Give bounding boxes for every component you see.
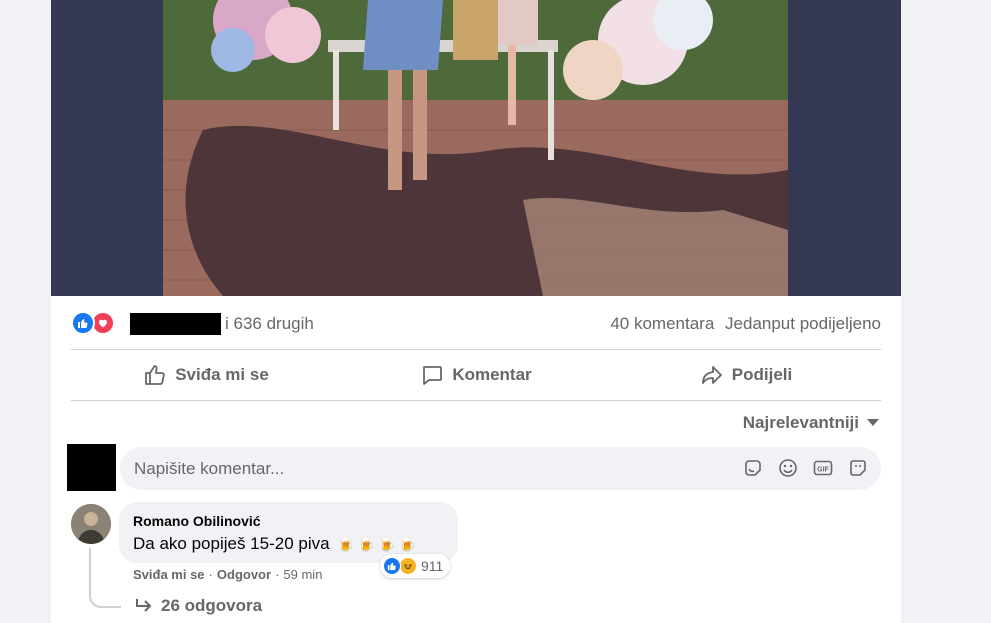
comment-reply-link[interactable]: Odgovor bbox=[217, 567, 271, 582]
comment-author[interactable]: Romano Obilinović bbox=[133, 513, 261, 529]
beer-emoji: 🍺 bbox=[337, 536, 355, 552]
svg-text:GIF: GIF bbox=[817, 467, 829, 474]
view-replies-link[interactable]: 26 odgovora bbox=[135, 596, 262, 616]
comment-box: GIF bbox=[120, 447, 881, 490]
like-icon bbox=[71, 311, 95, 335]
comment-text-row: Da ako popiješ 15-20 piva 🍺 🍺 🍺 🍺 bbox=[133, 534, 416, 554]
comment-reaction-count: 911 bbox=[421, 558, 444, 574]
haha-icon bbox=[399, 557, 417, 575]
share-icon bbox=[701, 366, 722, 384]
avatar-photo bbox=[71, 504, 111, 544]
post-photo-frame bbox=[51, 0, 901, 296]
comment-sort-dropdown[interactable]: Najrelevantniji bbox=[743, 413, 879, 433]
beer-emoji: 🍺 bbox=[398, 536, 417, 552]
reaction-icons[interactable] bbox=[71, 311, 119, 335]
photo-illustration bbox=[163, 0, 788, 296]
comment-button-label: Komentar bbox=[452, 365, 532, 384]
comment-like-link[interactable]: Sviđa mi se bbox=[133, 567, 205, 582]
post-meta: 40 komentara Jedanput podijeljeno bbox=[610, 314, 881, 334]
comment-input-tools: GIF bbox=[742, 457, 869, 479]
comment-time[interactable]: 59 min bbox=[283, 567, 322, 582]
shares-count-link[interactable]: Jedanput podijeljeno bbox=[725, 314, 881, 333]
separator-dot: · bbox=[275, 567, 280, 582]
reactors-others-link[interactable]: i 636 drugih bbox=[225, 314, 314, 334]
post-card: i 636 drugih 40 komentara Jedanput podij… bbox=[51, 0, 901, 623]
comment-text: Da ako popiješ 15-20 piva bbox=[133, 534, 330, 553]
reply-arrow-icon bbox=[136, 599, 152, 612]
post-actions: Sviđa mi se Komentar Podijeli bbox=[71, 351, 881, 399]
comment-button[interactable]: Komentar bbox=[341, 351, 611, 399]
beer-emoji: 🍺 bbox=[357, 536, 376, 552]
reactions-summary: i 636 drugih 40 komentara Jedanput podij… bbox=[71, 309, 881, 337]
comment-input[interactable] bbox=[134, 447, 714, 490]
sort-label: Najrelevantniji bbox=[742, 413, 859, 432]
thumbs-up-icon bbox=[145, 365, 165, 385]
current-user-avatar bbox=[67, 444, 116, 491]
redacted-reactor-name bbox=[130, 313, 221, 335]
share-button-label: Podijeli bbox=[731, 365, 793, 384]
gif-icon[interactable]: GIF bbox=[812, 457, 834, 479]
avatar[interactable] bbox=[71, 504, 111, 544]
replies-count: 26 odgovora bbox=[161, 596, 263, 615]
post-photo[interactable] bbox=[163, 0, 788, 296]
comments-count-link[interactable]: 40 komentara bbox=[610, 314, 714, 333]
comment-actions: Sviđa mi se · Odgovor · 59 min bbox=[133, 567, 322, 582]
separator-dot: · bbox=[208, 567, 213, 582]
like-button-label: Sviđa mi se bbox=[175, 365, 269, 384]
divider bbox=[71, 400, 881, 401]
reply-thread-line bbox=[89, 548, 121, 608]
sticker-icon[interactable] bbox=[742, 457, 764, 479]
comment-reactions[interactable]: 911 bbox=[380, 554, 451, 578]
share-button[interactable]: Podijeli bbox=[611, 351, 881, 399]
caret-down-icon bbox=[867, 419, 879, 426]
emoji-icon[interactable] bbox=[777, 457, 799, 479]
like-button[interactable]: Sviđa mi se bbox=[71, 351, 341, 399]
like-icon bbox=[383, 557, 401, 575]
divider bbox=[71, 349, 881, 350]
beer-emoji: 🍺 bbox=[378, 536, 396, 552]
sticker-face-icon[interactable] bbox=[847, 457, 869, 479]
comment-icon bbox=[423, 366, 443, 385]
